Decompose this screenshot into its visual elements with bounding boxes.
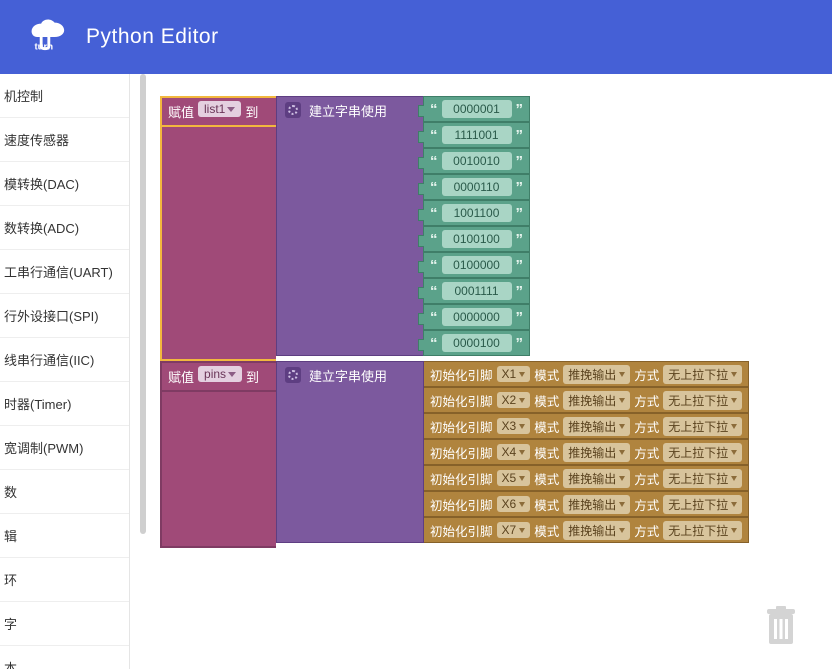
sidebar-item[interactable]: 环 <box>0 558 129 602</box>
mode-dropdown[interactable]: 推挽输出 <box>563 443 630 462</box>
caret-down-icon <box>227 107 235 112</box>
pin-method-label: 方式 <box>634 365 659 384</box>
method-dropdown[interactable]: 无上拉下拉 <box>663 495 742 514</box>
trash-icon[interactable] <box>764 606 798 649</box>
assign-to-keyword: 到 <box>245 102 258 121</box>
pin-mode-label: 模式 <box>534 365 559 384</box>
pin-init-block[interactable]: 初始化引脚 X2 模式 推挽输出 方式 无上拉下拉 <box>423 387 749 413</box>
sidebar-item[interactable]: 机控制 <box>0 74 129 118</box>
pin-dropdown[interactable]: X7 <box>497 522 531 538</box>
caret-down-icon <box>731 372 737 377</box>
sidebar-item[interactable]: 本 <box>0 646 129 669</box>
mode-dropdown[interactable]: 推挽输出 <box>563 495 630 514</box>
sidebar-item[interactable]: 模转换(DAC) <box>0 162 129 206</box>
string-literal[interactable]: “0000100” <box>423 330 530 356</box>
variable-dropdown[interactable]: pins <box>198 366 242 382</box>
mode-dropdown[interactable]: 推挽输出 <box>563 365 630 384</box>
method-dropdown[interactable]: 无上拉下拉 <box>663 391 742 410</box>
caret-down-icon <box>619 372 625 377</box>
pin-init-block[interactable]: 初始化引脚 X7 模式 推挽输出 方式 无上拉下拉 <box>423 517 749 543</box>
sidebar-item[interactable]: 工串行通信(UART) <box>0 250 129 294</box>
string-literal[interactable]: “0100000” <box>423 252 530 278</box>
pin-dropdown[interactable]: X4 <box>497 444 531 460</box>
pin-init-label: 初始化引脚 <box>430 365 493 384</box>
pin-dropdown[interactable]: X5 <box>497 470 531 486</box>
sidebar-item[interactable]: 数 <box>0 470 129 514</box>
string-literal[interactable]: “0100100” <box>423 226 530 252</box>
string-literal[interactable]: “0010010” <box>423 148 530 174</box>
sidebar-item[interactable]: 线串行通信(IIC) <box>0 338 129 382</box>
sidebar-item[interactable]: 速度传感器 <box>0 118 129 162</box>
string-literal[interactable]: “0000000” <box>423 304 530 330</box>
variable-dropdown[interactable]: list1 <box>198 101 241 117</box>
method-dropdown[interactable]: 无上拉下拉 <box>663 521 742 540</box>
string-value-list: “0000001” “1111001” “0010010” “0000110” … <box>424 96 530 361</box>
sidebar-item[interactable]: 字 <box>0 602 129 646</box>
assign-to-keyword: 到 <box>246 367 259 386</box>
string-literal[interactable]: “1111001” <box>423 122 530 148</box>
pin-init-block[interactable]: 初始化引脚 X5 模式 推挽输出 方式 无上拉下拉 <box>423 465 749 491</box>
pin-init-list: 初始化引脚 X1 模式 推挽输出 方式 无上拉下拉 初始化引脚 X2 模式 推挽… <box>424 361 749 548</box>
svg-text:turn: turn <box>34 41 53 52</box>
method-dropdown[interactable]: 无上拉下拉 <box>663 443 742 462</box>
mode-dropdown[interactable]: 推挽输出 <box>563 469 630 488</box>
app-title: Python Editor <box>86 25 219 49</box>
gear-icon[interactable] <box>285 367 301 383</box>
category-sidebar: 机控制 速度传感器 模转换(DAC) 数转换(ADC) 工串行通信(UART) … <box>0 74 130 669</box>
string-literal[interactable]: “1001100” <box>423 200 530 226</box>
mode-dropdown[interactable]: 推挽输出 <box>563 521 630 540</box>
pin-init-block[interactable]: 初始化引脚 X3 模式 推挽输出 方式 无上拉下拉 <box>423 413 749 439</box>
pin-init-block[interactable]: 初始化引脚 X1 模式 推挽输出 方式 无上拉下拉 <box>423 361 749 387</box>
sidebar-item[interactable]: 数转换(ADC) <box>0 206 129 250</box>
block-stack: 赋值 list1 到 建立字串使用 <box>160 96 749 548</box>
sidebar-item[interactable]: 行外设接口(SPI) <box>0 294 129 338</box>
assign-keyword: 赋值 <box>168 102 194 121</box>
assign-keyword: 赋值 <box>168 367 194 386</box>
sidebar-item[interactable]: 辑 <box>0 514 129 558</box>
create-string-label: 建立字串使用 <box>309 366 387 385</box>
string-literal[interactable]: “0000001” <box>423 96 530 122</box>
method-dropdown[interactable]: 无上拉下拉 <box>663 469 742 488</box>
sidebar-item[interactable]: 宽调制(PWM) <box>0 426 129 470</box>
mode-dropdown[interactable]: 推挽输出 <box>563 417 630 436</box>
pin-dropdown[interactable]: X2 <box>497 392 531 408</box>
sidebar-item[interactable]: 时器(Timer) <box>0 382 129 426</box>
gear-icon[interactable] <box>285 102 301 118</box>
app-header: turn Python Editor <box>0 0 832 74</box>
caret-down-icon <box>519 372 525 377</box>
pin-init-block[interactable]: 初始化引脚 X4 模式 推挽输出 方式 无上拉下拉 <box>423 439 749 465</box>
string-literal[interactable]: “0001111” <box>423 278 530 304</box>
flyout-separator <box>140 74 146 534</box>
assign-block-pins[interactable]: 赋值 pins 到 建立字串使用 <box>160 361 749 548</box>
assign-block-list1[interactable]: 赋值 list1 到 建立字串使用 <box>160 96 749 361</box>
pin-dropdown[interactable]: X6 <box>497 496 531 512</box>
main-area: 机控制 速度传感器 模转换(DAC) 数转换(ADC) 工串行通信(UART) … <box>0 74 832 669</box>
mode-dropdown[interactable]: 推挽输出 <box>563 391 630 410</box>
caret-down-icon <box>228 372 236 377</box>
pin-dropdown[interactable]: X3 <box>497 418 531 434</box>
variable-name: list1 <box>204 102 225 116</box>
pin-dropdown[interactable]: X1 <box>497 366 531 382</box>
pin-init-block[interactable]: 初始化引脚 X6 模式 推挽输出 方式 无上拉下拉 <box>423 491 749 517</box>
variable-name: pins <box>204 367 226 381</box>
app-logo: turn <box>20 12 70 62</box>
create-string-label: 建立字串使用 <box>309 101 387 120</box>
method-dropdown[interactable]: 无上拉下拉 <box>663 365 742 384</box>
string-literal[interactable]: “0000110” <box>423 174 530 200</box>
method-dropdown[interactable]: 无上拉下拉 <box>663 417 742 436</box>
workspace[interactable]: 赋值 list1 到 建立字串使用 <box>130 74 832 669</box>
